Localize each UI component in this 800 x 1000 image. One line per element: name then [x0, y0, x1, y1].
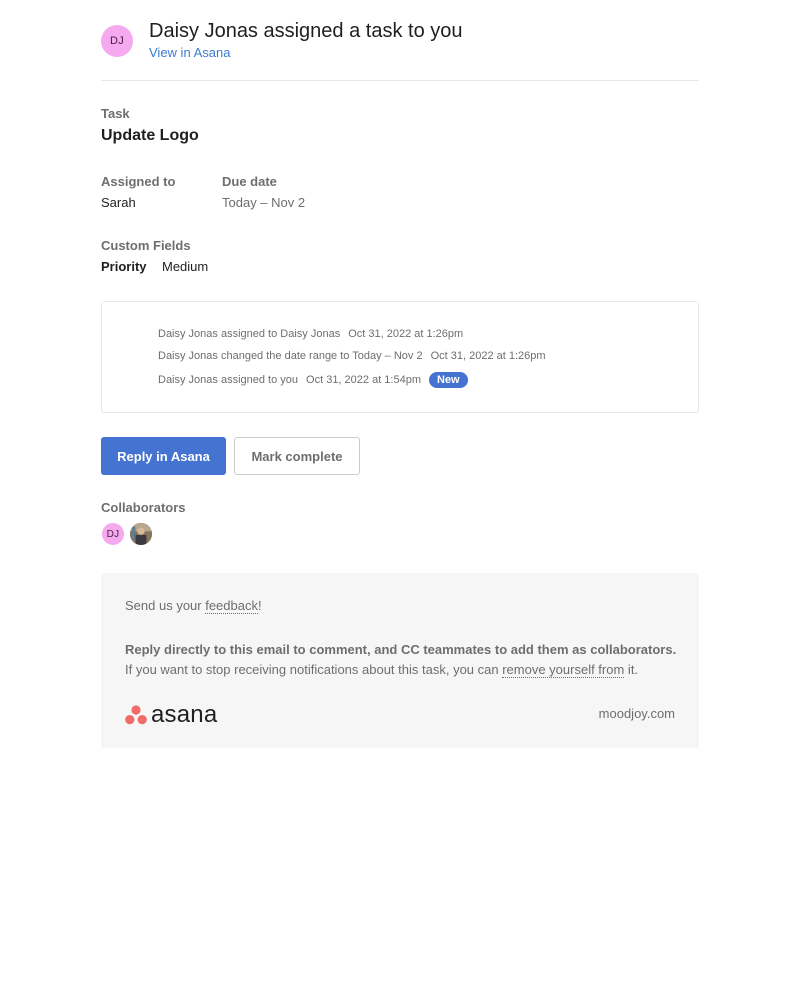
collaborator-avatars: DJ: [101, 522, 161, 548]
assigned-to-value: Sarah: [101, 195, 136, 210]
workspace-domain: moodjoy.com: [598, 706, 675, 721]
email-body: DJ Daisy Jonas assigned a task to you Vi…: [101, 0, 699, 748]
activity-text: Daisy Jonas assigned to you: [158, 374, 299, 386]
due-date-value: Today – Nov 2: [222, 195, 306, 210]
activity-feed: Daisy Jonas assigned to Daisy Jonas Oct …: [101, 301, 699, 413]
avatar-photo[interactable]: [129, 522, 153, 546]
due-date-label: Due date: [222, 174, 277, 189]
activity-time: Oct 31, 2022 at 1:26pm: [348, 328, 464, 340]
asana-wordmark: asana: [151, 701, 218, 728]
task-label: Task: [101, 106, 130, 121]
feedback-link[interactable]: feedback: [205, 598, 258, 614]
email-header: DJ Daisy Jonas assigned a task to you Vi…: [101, 0, 699, 81]
list-item: Daisy Jonas assigned to you Oct 31, 2022…: [158, 372, 468, 388]
avatar[interactable]: DJ: [101, 522, 125, 546]
custom-fields-label: Custom Fields: [101, 238, 191, 253]
task-name: Update Logo: [101, 127, 199, 144]
mark-complete-button[interactable]: Mark complete: [234, 437, 360, 475]
feedback-prefix: Send us your: [125, 598, 206, 613]
email-footer: Send us your feedback! Reply directly to…: [101, 573, 699, 748]
list-item: Daisy Jonas assigned to Daisy Jonas Oct …: [158, 328, 463, 340]
custom-field-name: Priority: [101, 259, 147, 274]
asana-dots-icon: [125, 705, 147, 725]
unsubscribe-suffix: it.: [624, 662, 639, 677]
view-in-asana-link[interactable]: View in Asana: [149, 45, 230, 60]
feedback-suffix: !: [257, 598, 262, 613]
activity-time: Oct 31, 2022 at 1:26pm: [430, 350, 546, 362]
unsubscribe-prefix: If you want to stop receiving notificati…: [125, 662, 503, 677]
activity-time: Oct 31, 2022 at 1:54pm: [306, 374, 421, 386]
reply-in-asana-button[interactable]: Reply in Asana: [101, 437, 226, 475]
person-photo-icon: [130, 523, 152, 545]
reply-instructions: Reply directly to this email to comment,…: [125, 642, 677, 657]
asana-logo[interactable]: asana: [125, 703, 217, 727]
activity-text: Daisy Jonas assigned to Daisy Jonas: [158, 328, 341, 340]
activity-text: Daisy Jonas changed the date range to To…: [158, 350, 423, 362]
feedback-text: Send us your feedback!: [125, 598, 262, 614]
new-badge: New: [429, 372, 468, 388]
custom-field-value: Medium: [162, 259, 209, 274]
unsubscribe-text: If you want to stop receiving notificati…: [125, 662, 639, 678]
page-title: Daisy Jonas assigned a task to you: [149, 20, 463, 42]
list-item: Daisy Jonas changed the date range to To…: [158, 350, 546, 362]
avatar: DJ: [101, 25, 133, 57]
collaborators-label: Collaborators: [101, 500, 186, 515]
assigned-to-label: Assigned to: [101, 174, 176, 189]
remove-yourself-link[interactable]: remove yourself from: [502, 662, 625, 678]
